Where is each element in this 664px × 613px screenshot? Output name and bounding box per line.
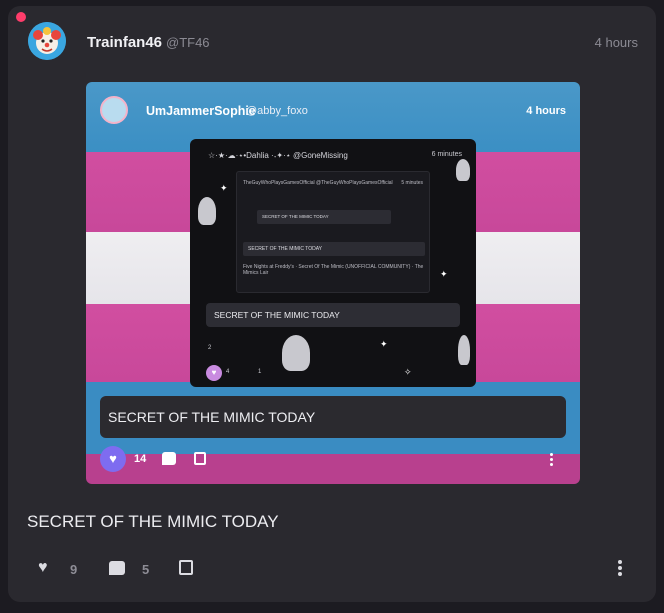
sparkle-icon: ✦ — [440, 269, 448, 279]
ghost-sticker — [198, 197, 216, 225]
embedded-screenshot: ✦ ✦ ✦ ✧ ✧ ☆·★·☁·⋆•Dahlia ·˖✦·⋆ @GoneMiss… — [190, 139, 476, 387]
clown-avatar-icon — [28, 22, 66, 60]
embed-like-count: 14 — [134, 453, 147, 465]
embed-reply-icon[interactable] — [162, 452, 176, 465]
embed-like-button[interactable]: ♥ — [100, 446, 126, 472]
reply-count: 5 — [142, 562, 150, 577]
nested-text-box: SECRET OF THE MIMIC TODAY — [206, 303, 460, 327]
embed-timestamp: 4 hours — [526, 105, 566, 117]
embed-more-icon[interactable] — [550, 453, 554, 467]
nested-like-count: 4 — [226, 369, 230, 375]
more-vertical-icon[interactable] — [618, 560, 622, 576]
nested-reply-count: 1 — [258, 369, 262, 375]
embed-text: SECRET OF THE MIMIC TODAY — [108, 409, 316, 425]
post-timestamp: 4 hours — [594, 35, 638, 50]
embed-text-box: SECRET OF THE MIMIC TODAY — [100, 396, 566, 438]
inner-time: 5 minutes — [401, 180, 423, 186]
like-heart-icon[interactable]: ♥ — [38, 560, 53, 576]
mini-text-box: SECRET OF THE MIMIC TODAY — [257, 210, 391, 224]
nested-heart-icon: ♥ — [206, 365, 222, 381]
author-name[interactable]: Trainfan46 — [87, 34, 162, 51]
sparkle-icon: ✦ — [380, 339, 388, 349]
nested-timestamp: 6 minutes — [431, 151, 462, 158]
inner-title: TheGuyWhoPlaysGamesOfficial @TheGuyWhoPl… — [243, 180, 393, 186]
post-text: SECRET OF THE MIMIC TODAY — [27, 512, 279, 531]
nested-inner-post: TheGuyWhoPlaysGamesOfficial @TheGuyWhoPl… — [236, 171, 430, 293]
ghost-sticker — [458, 335, 470, 365]
like-count: 9 — [70, 562, 78, 577]
inner-text-box: SECRET OF THE MIMIC TODAY — [243, 242, 425, 256]
ghost-sticker — [282, 335, 310, 371]
sparkle-icon: ✧ — [404, 367, 412, 377]
nested-header: ☆·★·☁·⋆•Dahlia ·˖✦·⋆ @GoneMissing — [208, 151, 348, 160]
embed-author-name[interactable]: UmJammerSophie — [146, 104, 256, 118]
inner-tags: Five Nights at Freddy's · Secret Of The … — [243, 264, 424, 276]
author-avatar[interactable] — [28, 22, 66, 60]
embed-author-avatar[interactable] — [100, 96, 128, 124]
nested-badge-count: 2 — [208, 345, 212, 351]
notification-dot — [16, 12, 26, 22]
embedded-post[interactable]: UmJammerSophie @abby_foxo 4 hours ✦ ✦ ✦ … — [86, 82, 580, 484]
sparkle-icon: ✦ — [220, 183, 228, 193]
share-icon[interactable] — [179, 560, 193, 575]
embed-author-handle[interactable]: @abby_foxo — [246, 105, 308, 117]
reply-icon[interactable] — [109, 561, 125, 575]
embed-share-icon[interactable] — [194, 452, 206, 465]
author-handle[interactable]: @TF46 — [166, 35, 210, 50]
ghost-sticker — [456, 159, 470, 181]
heart-icon: ♥ — [109, 451, 117, 466]
